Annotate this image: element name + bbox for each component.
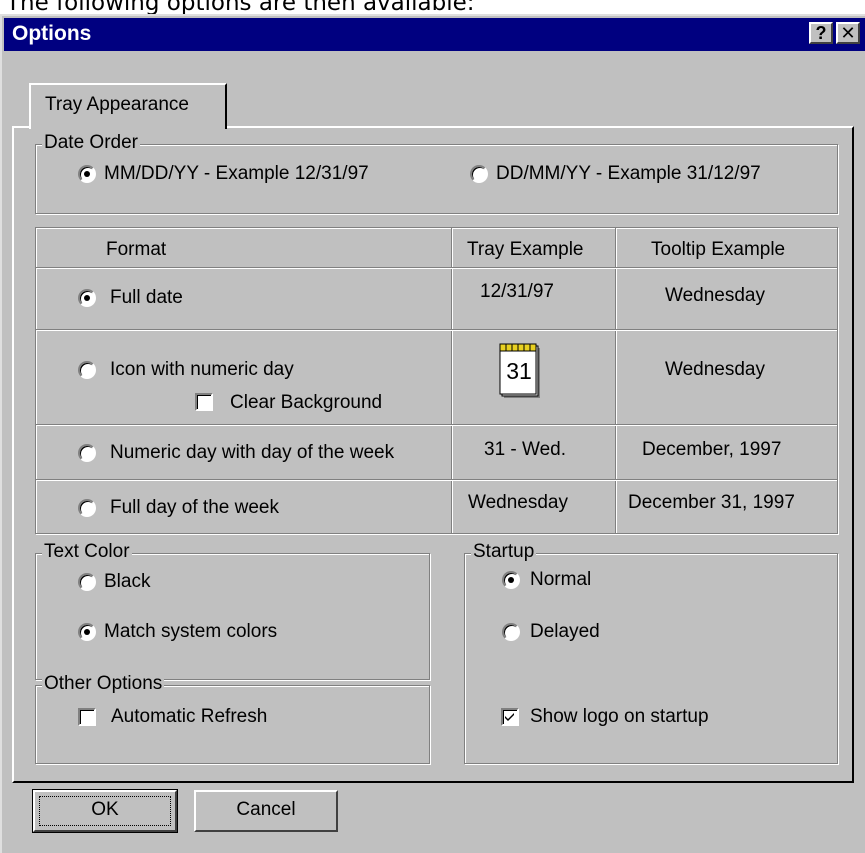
format-full-date-label[interactable]: Full date xyxy=(110,287,183,309)
title-bar: Options ? ✕ xyxy=(4,18,865,51)
table-divider xyxy=(36,267,837,268)
startup-delayed-radio[interactable] xyxy=(502,623,520,641)
close-button[interactable]: ✕ xyxy=(836,22,860,44)
format-numeric-day-week-radio[interactable] xyxy=(78,444,96,462)
startup-normal-label[interactable]: Normal xyxy=(530,569,591,591)
header-format: Format xyxy=(106,239,167,260)
automatic-refresh-checkbox[interactable] xyxy=(78,708,96,726)
table-divider xyxy=(451,228,452,533)
tray-example-numeric-day-week: 31 - Wed. xyxy=(484,439,567,460)
window-title: Options xyxy=(12,22,92,45)
tooltip-example-full-day-week: December 31, 1997 xyxy=(628,492,795,513)
date-order-dmy-label[interactable]: DD/MM/YY - Example 31/12/97 xyxy=(496,163,761,185)
table-divider xyxy=(36,329,837,330)
tooltip-example-numeric-day-week: December, 1997 xyxy=(642,439,782,460)
tooltip-example-icon-numeric: Wednesday xyxy=(665,359,765,380)
text-color-black-label[interactable]: Black xyxy=(104,571,150,593)
startup-delayed-label[interactable]: Delayed xyxy=(530,621,600,643)
date-order-mdy-label[interactable]: MM/DD/YY - Example 12/31/97 xyxy=(104,163,369,185)
tooltip-example-full-date: Wednesday xyxy=(665,285,765,306)
format-full-date-radio[interactable] xyxy=(78,289,96,307)
focus-rect xyxy=(39,796,171,826)
date-order-mdy-radio[interactable] xyxy=(78,165,96,183)
table-divider xyxy=(36,479,837,480)
table-divider xyxy=(615,228,616,533)
format-full-day-week-label[interactable]: Full day of the week xyxy=(110,497,279,519)
text-color-group: Text Color xyxy=(35,541,430,680)
options-dialog: Options ? ✕ Tray Appearance Date Order M… xyxy=(0,14,865,853)
help-button[interactable]: ? xyxy=(809,22,833,44)
table-divider xyxy=(36,424,837,425)
calendar-icon: 31 xyxy=(498,342,544,402)
show-logo-checkbox[interactable] xyxy=(501,708,519,726)
format-numeric-day-week-label[interactable]: Numeric day with day of the week xyxy=(110,442,394,464)
text-color-legend: Text Color xyxy=(42,541,132,563)
cancel-button[interactable]: Cancel xyxy=(194,790,338,832)
calendar-day: 31 xyxy=(506,358,532,384)
automatic-refresh-label[interactable]: Automatic Refresh xyxy=(111,706,267,728)
clear-background-label[interactable]: Clear Background xyxy=(230,392,382,414)
text-color-black-radio[interactable] xyxy=(78,573,96,591)
text-color-system-label[interactable]: Match system colors xyxy=(104,621,277,643)
format-full-day-week-radio[interactable] xyxy=(78,499,96,517)
startup-group: Startup xyxy=(464,541,838,764)
show-logo-label[interactable]: Show logo on startup xyxy=(530,706,709,728)
ok-button[interactable]: OK xyxy=(32,789,178,833)
startup-legend: Startup xyxy=(471,541,537,563)
startup-normal-radio[interactable] xyxy=(502,571,520,589)
format-icon-numeric-radio[interactable] xyxy=(78,361,96,379)
format-icon-numeric-label[interactable]: Icon with numeric day xyxy=(110,359,294,381)
text-color-system-radio[interactable] xyxy=(78,623,96,641)
other-options-legend: Other Options xyxy=(42,673,165,695)
cancel-label: Cancel xyxy=(236,799,296,820)
tab-tray-appearance[interactable]: Tray Appearance xyxy=(29,83,227,129)
checkmark-icon xyxy=(505,713,514,721)
tray-example-full-day-week: Wednesday xyxy=(468,492,568,513)
tray-example-full-date: 12/31/97 xyxy=(480,281,554,302)
date-order-legend: Date Order xyxy=(42,132,140,154)
tab-label: Tray Appearance xyxy=(45,94,189,115)
clear-background-checkbox[interactable] xyxy=(195,393,213,411)
header-tray-example: Tray Example xyxy=(467,239,584,260)
date-order-dmy-radio[interactable] xyxy=(470,165,488,183)
header-tooltip-example: Tooltip Example xyxy=(651,239,786,260)
